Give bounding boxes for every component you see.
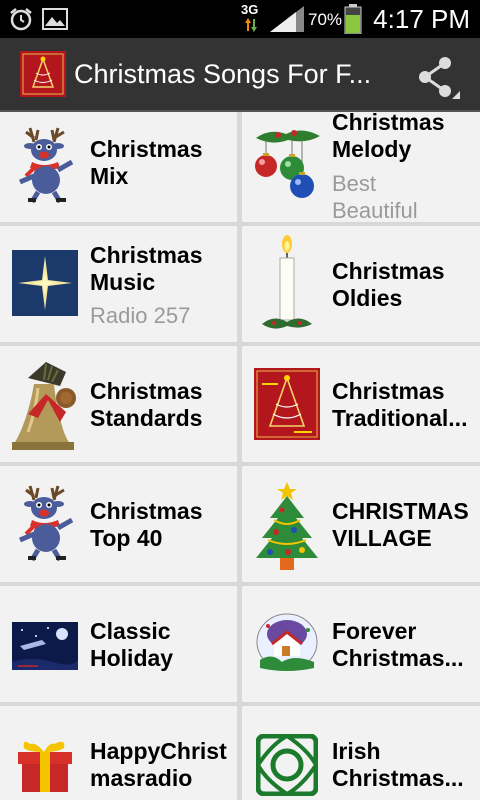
station-name: Christmas Standards: [90, 378, 203, 431]
station-name: Christmas Top 40: [90, 498, 203, 551]
station-subtitle: Best Beautiful: [332, 171, 418, 223]
merry-christmas-card-icon: [254, 368, 320, 440]
station-name: CHRISTMAS VILLAGE: [332, 498, 469, 551]
station-name: HappyChrist masradio: [90, 738, 227, 791]
christmas-tree-icon: [256, 482, 318, 570]
app-title: Christmas Songs For F...: [74, 59, 372, 89]
station-name: Christmas Melody: [332, 109, 445, 162]
gift-icon: [18, 741, 72, 792]
celtic-knot-icon: [256, 734, 318, 796]
station-tile-christmas-oldies[interactable]: Christmas Oldies: [242, 226, 480, 342]
status-bar: 3G 70% 4:17 PM: [0, 0, 480, 38]
station-tile-classic-holiday[interactable]: Classic Holiday: [0, 586, 237, 702]
reindeer-icon: [19, 485, 74, 562]
station-tile-christmas-music[interactable]: Christmas Music Radio 257: [0, 226, 237, 342]
station-name: Irish Christmas...: [332, 738, 464, 791]
station-tile-christmas-traditional[interactable]: Christmas Traditional...: [242, 346, 480, 462]
star-icon: [12, 250, 78, 316]
signal-icon: [270, 6, 304, 32]
station-tile-christmas-melody[interactable]: Christmas Melody Best Beautiful: [242, 109, 480, 223]
data-arrows-icon: [245, 18, 257, 32]
station-grid: Christmas Mix Christmas Melody Best Beautif…: [0, 109, 480, 800]
station-subtitle: Radio 257: [90, 303, 191, 328]
app-logo-icon[interactable]: [20, 51, 66, 97]
snow-globe-icon: [256, 613, 318, 671]
share-icon[interactable]: [414, 55, 460, 99]
clock: 4:17 PM: [373, 4, 470, 34]
station-name: Christmas Traditional...: [332, 378, 468, 431]
ornaments-icon: [255, 130, 320, 198]
alarm-icon: [10, 8, 32, 31]
station-tile-forever-christmas[interactable]: Forever Christmas...: [242, 586, 480, 702]
gallery-icon: [42, 8, 68, 30]
candle-icon: [262, 235, 312, 329]
station-tile-christmas-village[interactable]: CHRISTMAS VILLAGE: [242, 466, 480, 582]
station-tile-christmas-mix[interactable]: Christmas Mix: [0, 112, 237, 222]
station-name: Classic Holiday: [90, 618, 174, 671]
battery-percent: 70%: [308, 10, 343, 29]
reindeer-icon: [19, 127, 74, 204]
station-tile-christmas-top-40[interactable]: Christmas Top 40: [0, 466, 237, 582]
station-tile-happychristmasradio[interactable]: HappyChrist masradio: [0, 706, 237, 800]
station-name: Christmas Oldies: [332, 258, 445, 311]
bell-icon: [12, 362, 76, 450]
station-name: Forever Christmas...: [332, 618, 464, 671]
station-tile-christmas-standards[interactable]: Christmas Standards: [0, 346, 237, 462]
station-name: Christmas Music: [90, 242, 203, 295]
action-bar: Christmas Songs For F...: [0, 38, 480, 112]
battery-icon: [344, 4, 362, 34]
station-tile-irish-christmas[interactable]: Irish Christmas...: [242, 706, 480, 800]
station-name: Christmas Mix: [90, 136, 203, 189]
night-sky-icon: [12, 622, 78, 670]
network-type: 3G: [241, 2, 259, 17]
